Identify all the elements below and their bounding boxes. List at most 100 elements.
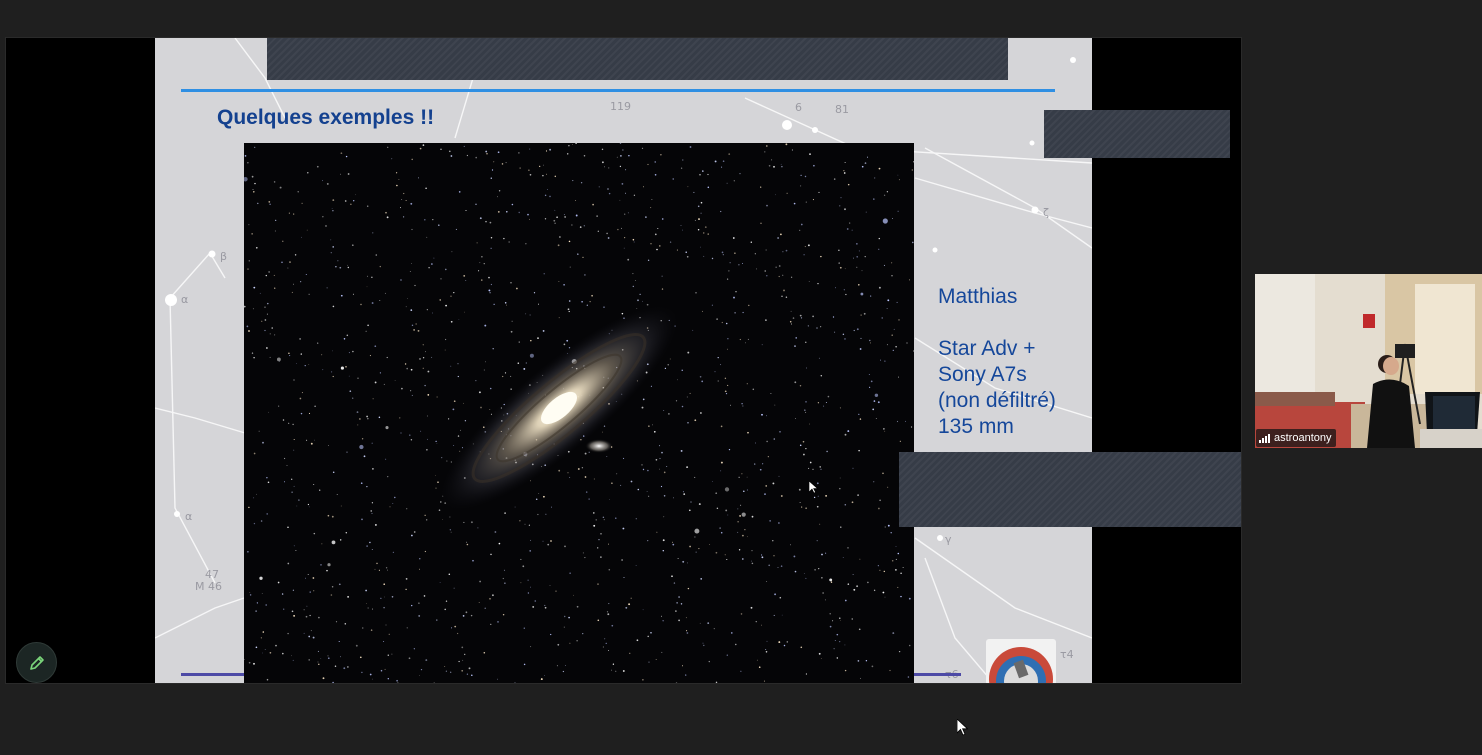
star — [406, 367, 408, 370]
star — [497, 211, 500, 213]
star — [844, 338, 846, 340]
star — [740, 613, 743, 615]
star — [491, 169, 494, 171]
star — [794, 345, 796, 347]
star — [407, 298, 408, 299]
star — [375, 254, 378, 256]
star — [819, 466, 821, 468]
star — [817, 283, 819, 285]
star — [656, 248, 658, 251]
star — [367, 324, 369, 327]
star — [878, 167, 881, 170]
star — [886, 344, 888, 346]
star — [641, 300, 643, 302]
star — [565, 665, 566, 666]
star — [465, 611, 468, 614]
star — [466, 154, 469, 157]
star — [293, 379, 295, 381]
star — [366, 485, 368, 488]
star — [701, 310, 703, 312]
star — [895, 558, 897, 560]
star — [458, 191, 461, 193]
star — [580, 182, 583, 184]
caption-author: Matthias — [938, 285, 1018, 308]
star — [802, 453, 805, 456]
star — [433, 257, 435, 259]
star — [544, 606, 547, 609]
star — [306, 229, 308, 231]
star — [273, 181, 276, 183]
star — [800, 317, 803, 319]
star — [334, 665, 337, 667]
star — [371, 502, 374, 504]
star — [331, 208, 333, 209]
star — [411, 604, 413, 607]
star — [489, 292, 491, 294]
star — [621, 312, 624, 315]
star — [867, 581, 869, 584]
star — [785, 249, 788, 252]
star — [523, 367, 526, 370]
star — [385, 567, 388, 569]
star — [383, 641, 385, 642]
star — [722, 160, 725, 162]
star — [676, 602, 678, 604]
star — [410, 368, 413, 371]
star — [276, 357, 281, 362]
star — [843, 172, 846, 174]
star — [703, 644, 705, 647]
annotate-button[interactable] — [16, 642, 57, 683]
star — [453, 445, 455, 446]
star — [385, 426, 389, 430]
participant-video-tile[interactable]: astroantony — [1255, 274, 1482, 448]
star — [603, 519, 605, 521]
star — [660, 154, 662, 156]
star — [453, 587, 455, 589]
star — [818, 191, 820, 193]
star — [858, 628, 861, 631]
star — [360, 482, 363, 485]
star — [856, 585, 859, 588]
star — [597, 583, 599, 585]
star — [562, 670, 565, 673]
star — [490, 623, 492, 625]
star — [579, 226, 582, 228]
star — [739, 338, 741, 341]
star — [764, 493, 766, 495]
star — [866, 156, 869, 158]
star — [466, 673, 469, 675]
star — [415, 323, 417, 325]
star — [694, 219, 696, 221]
star — [374, 568, 376, 570]
photo-caption: Matthias Star Adv + Sony A7s (non défilt… — [938, 284, 1088, 440]
star — [839, 205, 841, 207]
star — [299, 397, 302, 400]
star — [780, 163, 782, 165]
screen-share-view[interactable]: α β α 119 6 81 ζ M 46 47 γ τ4 τ6 Quelque… — [5, 37, 1242, 684]
star — [790, 310, 792, 312]
star — [602, 161, 604, 164]
star — [292, 423, 294, 426]
star — [829, 625, 832, 628]
star — [685, 674, 687, 676]
star — [694, 476, 696, 478]
star — [405, 588, 407, 591]
star — [707, 173, 709, 176]
star — [481, 279, 483, 281]
star — [425, 187, 427, 189]
star — [844, 644, 846, 646]
star — [563, 214, 565, 216]
star — [825, 401, 827, 404]
star — [384, 292, 386, 294]
star — [378, 569, 380, 571]
star — [448, 150, 451, 153]
star — [686, 632, 689, 634]
star — [267, 302, 269, 305]
star — [256, 493, 257, 495]
star — [588, 498, 590, 500]
star — [544, 194, 547, 197]
star — [340, 173, 342, 175]
star — [742, 311, 744, 314]
star — [870, 295, 872, 297]
star — [773, 555, 775, 557]
